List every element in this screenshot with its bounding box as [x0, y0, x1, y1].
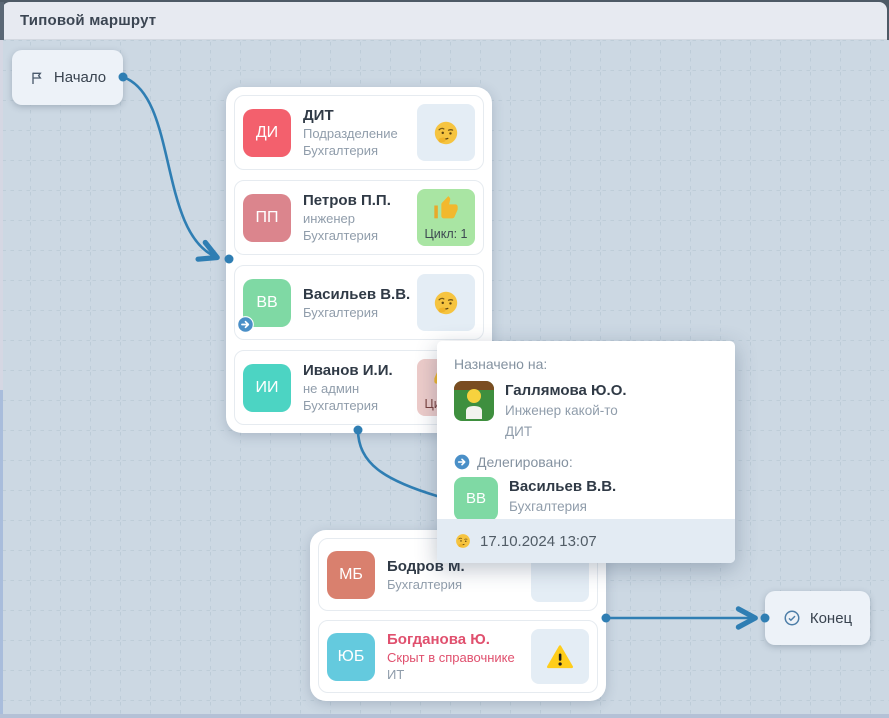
assignee-department: ДИТ — [505, 422, 627, 442]
card-name: Петров П.П. — [303, 192, 405, 209]
card-text: Васильев В.В. Бухгалтерия — [303, 286, 405, 320]
delegated-label: Делегировано: — [477, 454, 573, 470]
warning-icon — [546, 643, 574, 671]
card-name: ДИТ — [303, 107, 405, 124]
thinking-face-icon — [433, 120, 459, 146]
end-node-label: Конец — [810, 610, 852, 627]
approver-card-vasiliev[interactable]: ВВ Васильев В.В. Бухгалтерия — [234, 265, 484, 340]
avatar: ЮБ — [327, 633, 375, 681]
assignment-tooltip: Назначено на: Галлямова Ю.О. Инженер как… — [437, 341, 735, 563]
card-name: Васильев В.В. — [303, 286, 405, 303]
window-frame-left — [0, 2, 4, 40]
card-department: ИТ — [387, 667, 519, 682]
avatar-initials: ДИ — [256, 124, 278, 142]
card-name: Иванов И.И. — [303, 362, 405, 379]
avatar: МБ — [327, 551, 375, 599]
assignee-photo — [454, 381, 494, 421]
avatar: ДИ — [243, 109, 291, 157]
card-department: Бухгалтерия — [387, 577, 519, 592]
status-panel — [417, 274, 475, 331]
card-text: ДИТ Подразделение Бухгалтерия — [303, 107, 405, 158]
avatar: ВВ — [243, 279, 291, 327]
window-frame-bottom — [0, 714, 889, 718]
avatar-initials: ЮБ — [338, 648, 365, 666]
user-photo-image — [454, 381, 494, 421]
avatar: ПП — [243, 194, 291, 242]
avatar-initials: ВВ — [466, 490, 486, 507]
card-role: не админ — [303, 381, 405, 396]
check-circle-icon — [783, 609, 801, 627]
card-text: Петров П.П. инженер Бухгалтерия — [303, 192, 405, 243]
card-department: Бухгалтерия — [303, 143, 405, 158]
assignee-text: Галлямова Ю.О. Инженер какой-то ДИТ — [505, 381, 627, 442]
delegate-row: ВВ Васильев В.В. Бухгалтерия — [454, 477, 718, 521]
assignee-role: Инженер какой-то — [505, 401, 627, 421]
start-node[interactable]: Начало — [12, 50, 123, 105]
thumbs-up-icon — [432, 195, 460, 223]
start-node-label: Начало — [54, 69, 106, 86]
delegate-department: Бухгалтерия — [509, 497, 616, 517]
approver-card-dit[interactable]: ДИ ДИТ Подразделение Бухгалтерия — [234, 95, 484, 170]
window-header: Типовой маршрут — [2, 2, 887, 40]
flow-canvas[interactable]: Начало Конец ДИ ДИТ Подразделение Бухгал… — [0, 40, 889, 718]
delegation-arrow-icon — [237, 316, 254, 333]
avatar-initials: ИИ — [256, 379, 279, 397]
card-role: инженер — [303, 211, 405, 226]
status-panel — [417, 104, 475, 161]
card-department: Бухгалтерия — [303, 228, 405, 243]
delegate-text: Васильев В.В. Бухгалтерия — [509, 477, 616, 521]
assignee-name: Галлямова Ю.О. — [505, 381, 627, 401]
status-panel-approved: Цикл: 1 — [417, 189, 475, 246]
avatar-initials: ПП — [256, 209, 279, 227]
flow-editor-window: Типовой маршрут Начало Конец — [0, 0, 889, 718]
card-role: Подразделение — [303, 126, 405, 141]
cycle-badge: Цикл: 1 — [424, 227, 467, 241]
status-panel-warning — [531, 629, 589, 684]
card-department: Бухгалтерия — [303, 398, 405, 413]
approver-card-petrov[interactable]: ПП Петров П.П. инженер Бухгалтерия Цикл:… — [234, 180, 484, 255]
delegate-avatar: ВВ — [454, 477, 498, 521]
hidden-in-directory-note: Скрыт в справочнике — [387, 650, 519, 665]
card-text: Богданова Ю. Скрыт в справочнике ИТ — [387, 631, 519, 682]
card-text: Иванов И.И. не админ Бухгалтерия — [303, 362, 405, 413]
avatar: ИИ — [243, 364, 291, 412]
window-frame-left — [0, 40, 3, 390]
page-title: Типовой маршрут — [20, 12, 156, 29]
end-node[interactable]: Конец — [765, 591, 870, 645]
assigned-to-label: Назначено на: — [454, 356, 718, 372]
delegated-label-row: Делегировано: — [454, 454, 718, 470]
window-frame-top — [0, 0, 889, 2]
avatar-initials: ВВ — [256, 294, 277, 312]
approver-card-bogdanova[interactable]: ЮБ Богданова Ю. Скрыт в справочнике ИТ — [318, 620, 598, 693]
window-frame-left — [0, 390, 3, 718]
card-name: Богданова Ю. — [387, 631, 519, 648]
thinking-face-icon — [455, 533, 471, 549]
tooltip-body: Назначено на: Галлямова Ю.О. Инженер как… — [437, 341, 735, 521]
assignee-row: Галлямова Ю.О. Инженер какой-то ДИТ — [454, 381, 718, 442]
flag-icon — [29, 70, 45, 86]
delegate-name: Васильев В.В. — [509, 477, 616, 497]
delegation-arrow-icon — [454, 454, 470, 470]
tooltip-footer: 17.10.2024 13:07 — [437, 519, 735, 563]
avatar-initials: МБ — [339, 566, 363, 584]
thinking-face-icon — [433, 290, 459, 316]
card-department: Бухгалтерия — [303, 305, 405, 320]
assignment-datetime: 17.10.2024 13:07 — [480, 533, 597, 550]
